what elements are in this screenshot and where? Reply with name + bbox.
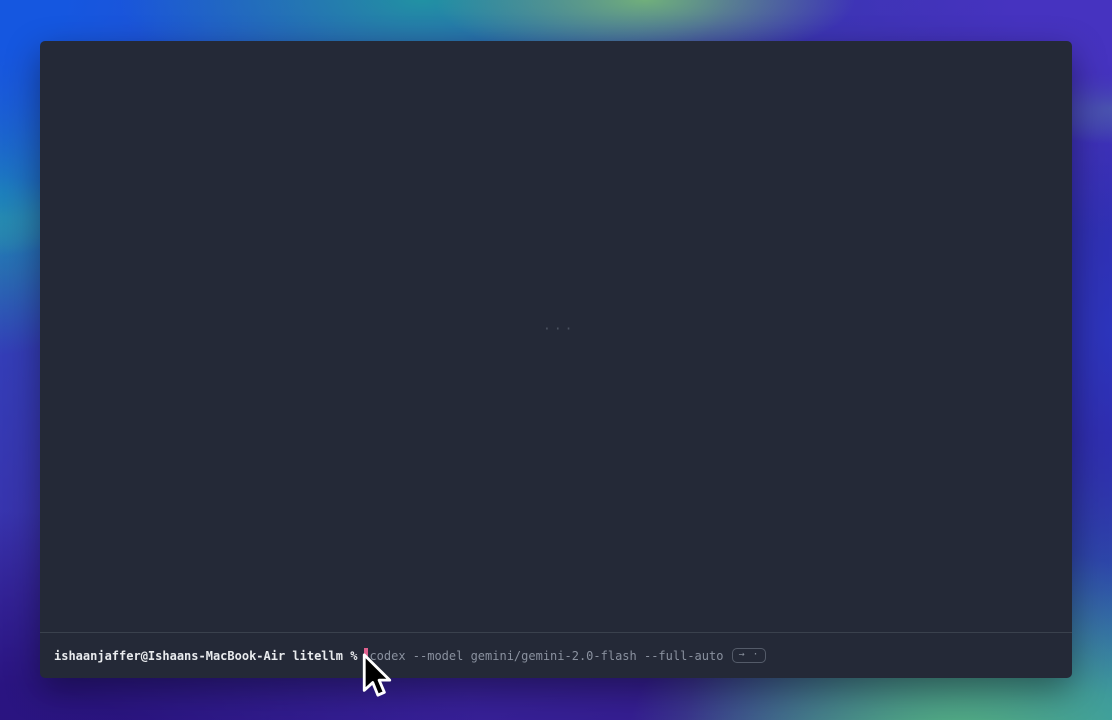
terminal-window: ··· ishaanjaffer@Ishaans-MacBook-Air lit… bbox=[40, 41, 1072, 678]
autosuggestion-command: codex --model gemini/gemini-2.0-flash --… bbox=[369, 649, 723, 663]
terminal-loading-dots: ··· bbox=[543, 322, 575, 337]
shell-prompt: ishaanjaffer@Ishaans-MacBook-Air litellm… bbox=[54, 649, 357, 663]
terminal-prompt-line[interactable]: ishaanjaffer@Ishaans-MacBook-Air litellm… bbox=[40, 633, 1072, 678]
text-cursor bbox=[364, 648, 368, 663]
autosuggest-accept-hint-badge: → · bbox=[732, 648, 765, 663]
terminal-output-area[interactable]: ··· bbox=[40, 41, 1072, 632]
